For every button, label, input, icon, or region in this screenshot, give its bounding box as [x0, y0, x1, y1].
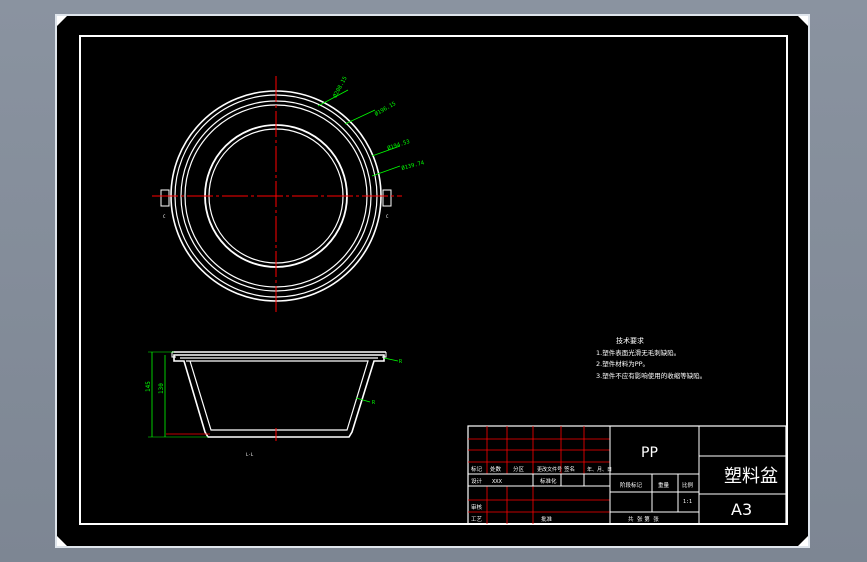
process-label: 工艺	[471, 516, 483, 523]
stage-mark-label: 阶段标记	[620, 481, 643, 489]
weight-label: 重量	[658, 481, 670, 489]
tech-line-3: 3.塑件不应有影响使用的收缩等缺陷。	[596, 371, 706, 380]
scale-label: 比例	[682, 481, 694, 489]
approve-label: 批准	[541, 515, 553, 523]
review-label: 审核	[471, 503, 483, 511]
material: PP	[641, 445, 658, 461]
scale-value: 1:1	[683, 499, 692, 505]
sheet-size: A3	[731, 500, 752, 519]
dim-h2: 130	[158, 383, 165, 394]
drawing-sheet	[55, 14, 810, 548]
standardize-label: 标准化	[540, 477, 557, 485]
hdr-2: 分区	[513, 465, 525, 473]
design-label: 设计	[471, 477, 483, 485]
cad-drawing: C C Ø208.15 Ø196.15 Ø194.53 Ø139.74 145 …	[55, 14, 810, 548]
dim-h1: 145	[145, 381, 152, 392]
svg-text:L-L: L-L	[246, 452, 254, 457]
tech-line-2: 2.塑件材料为PP。	[596, 359, 649, 368]
hdr-5: 年、月、日	[587, 466, 612, 473]
hdr-4: 签名	[564, 465, 575, 473]
hdr-3: 更改文件号	[537, 466, 562, 473]
hdr-0: 标记	[471, 465, 483, 473]
designer-name: XXX	[492, 479, 503, 485]
hdr-1: 处数	[490, 465, 502, 473]
tech-line-1: 1.塑件表面光滑无毛刺缺陷。	[596, 348, 680, 357]
sheets-label: 共 张 第 张	[628, 515, 659, 523]
tech-title: 技术要求	[616, 336, 644, 345]
part-name: 塑料盆	[724, 466, 778, 487]
